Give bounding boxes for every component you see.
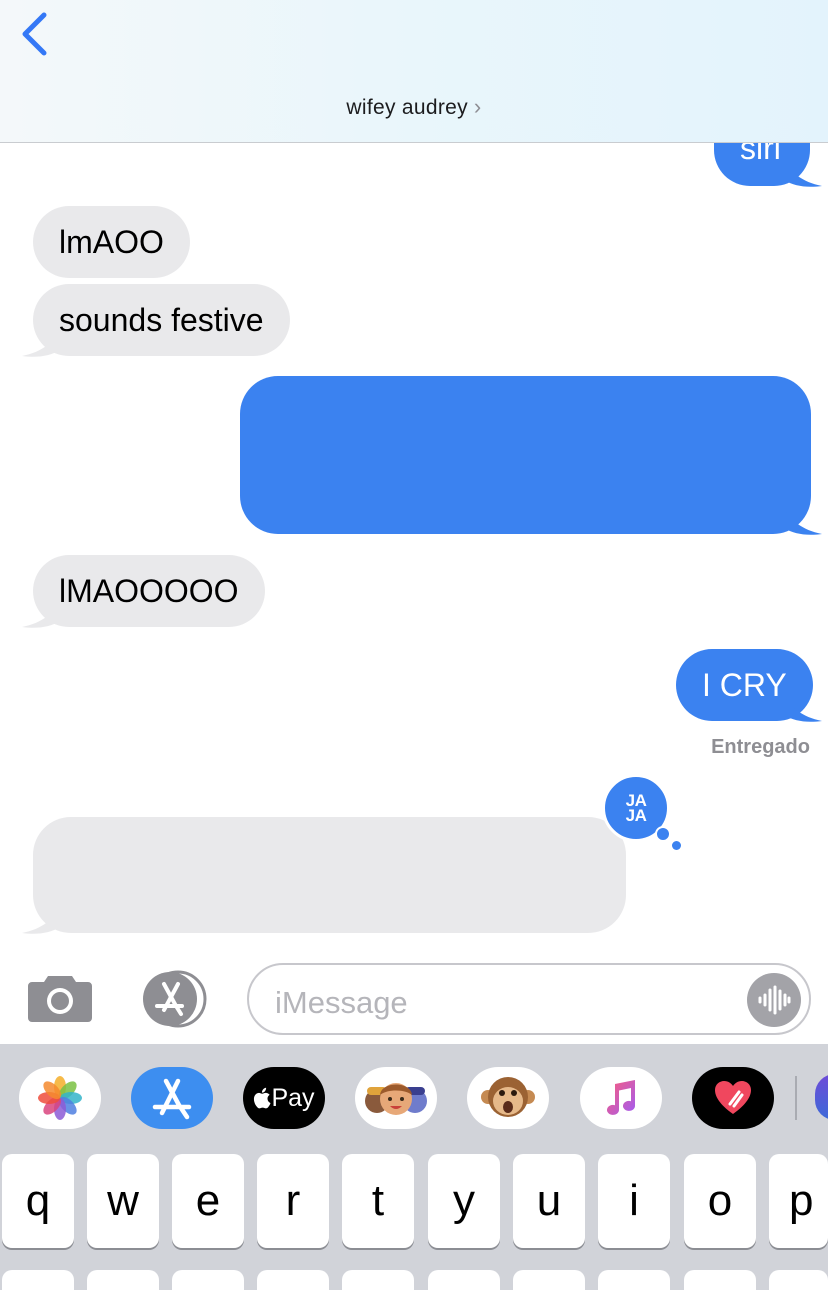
bubble-tail: [784, 695, 822, 722]
message-bubble-incoming[interactable]: [33, 817, 626, 933]
key-i[interactable]: i: [598, 1154, 670, 1248]
keyboard-row2-key[interactable]: [428, 1270, 500, 1290]
camera-button[interactable]: [26, 972, 94, 1024]
monkey-icon: [481, 1077, 535, 1117]
keyboard-row2-key[interactable]: [769, 1270, 828, 1290]
bubble-tail: [22, 601, 60, 628]
photos-icon: [38, 1076, 82, 1120]
key-p[interactable]: p: [769, 1154, 828, 1248]
camera-icon: [28, 976, 92, 1022]
digital-touch-button[interactable]: [692, 1067, 774, 1129]
key-o[interactable]: o: [684, 1154, 756, 1248]
music-note-icon: [607, 1080, 635, 1115]
app-store-icon: [143, 970, 207, 1028]
keyboard-row2-key[interactable]: [257, 1270, 329, 1290]
keyboard-row2-key[interactable]: [87, 1270, 159, 1290]
bubble-tail: [22, 330, 60, 357]
app-store-icon: [152, 1078, 192, 1120]
memoji-stickers-button[interactable]: [355, 1067, 437, 1129]
keyboard-row2-key[interactable]: [598, 1270, 670, 1290]
keyboard-row2-key[interactable]: [342, 1270, 414, 1290]
keyboard-row2-key[interactable]: [172, 1270, 244, 1290]
key-t[interactable]: t: [342, 1154, 414, 1248]
key-w[interactable]: w: [87, 1154, 159, 1248]
chevron-right-icon: ›: [473, 94, 482, 119]
key-u[interactable]: u: [513, 1154, 585, 1248]
message-text: lMAOOOOO: [59, 573, 239, 609]
message-text: sounds festive: [59, 302, 264, 338]
apple-logo-icon: [254, 1087, 271, 1109]
back-button[interactable]: [12, 8, 56, 60]
conversation-header: wifey audrey ›: [0, 0, 828, 143]
memoji-icon: [365, 1083, 427, 1115]
audio-message-button[interactable]: [747, 973, 801, 1027]
bubble-tail: [784, 160, 822, 187]
photos-app-button[interactable]: [19, 1067, 101, 1129]
app-store-app-button[interactable]: [131, 1067, 213, 1129]
animoji-button[interactable]: [467, 1067, 549, 1129]
reaction-tail-dot-small: [672, 841, 681, 850]
waveform-icon: [758, 985, 791, 1015]
reaction-tail-dot: [655, 826, 671, 842]
message-text: lmAOO: [59, 224, 164, 260]
message-bubble-incoming[interactable]: sounds festive: [33, 284, 290, 356]
app-strip-divider: [795, 1076, 797, 1120]
keyboard-row2-key[interactable]: [513, 1270, 585, 1290]
key-y[interactable]: y: [428, 1154, 500, 1248]
key-e[interactable]: e: [172, 1154, 244, 1248]
message-input[interactable]: iMessage: [247, 963, 811, 1035]
message-text: siri: [740, 130, 781, 166]
apple-pay-label: Pay: [271, 1083, 315, 1112]
message-input-placeholder: iMessage: [275, 985, 408, 1020]
message-bubble-incoming[interactable]: lMAOOOOO: [33, 555, 265, 627]
message-text: I CRY: [702, 667, 787, 703]
delivery-status: Entregado: [711, 736, 810, 758]
contact-name-button[interactable]: wifey audrey ›: [0, 94, 828, 120]
app-store-drawer-button[interactable]: [136, 970, 212, 1028]
bubble-tail: [784, 508, 822, 535]
contact-name: wifey audrey: [346, 96, 468, 119]
reaction-text-line2: JA: [625, 806, 647, 825]
message-bubble-outgoing[interactable]: [240, 376, 811, 534]
key-r[interactable]: r: [257, 1154, 329, 1248]
music-app-button[interactable]: [580, 1067, 662, 1129]
heart-icon: [715, 1081, 751, 1114]
bubble-tail: [22, 907, 60, 934]
key-q[interactable]: q: [2, 1154, 74, 1248]
apple-pay-app-button[interactable]: Pay: [243, 1067, 325, 1129]
messages-screen: wifey audrey › siri wifey audrey › lmAOO s…: [0, 0, 828, 1290]
keyboard-row2-key[interactable]: [2, 1270, 74, 1290]
keyboard-row2-key[interactable]: [684, 1270, 756, 1290]
chevron-left-icon: [22, 12, 47, 56]
message-bubble-incoming[interactable]: lmAOO: [33, 206, 190, 278]
